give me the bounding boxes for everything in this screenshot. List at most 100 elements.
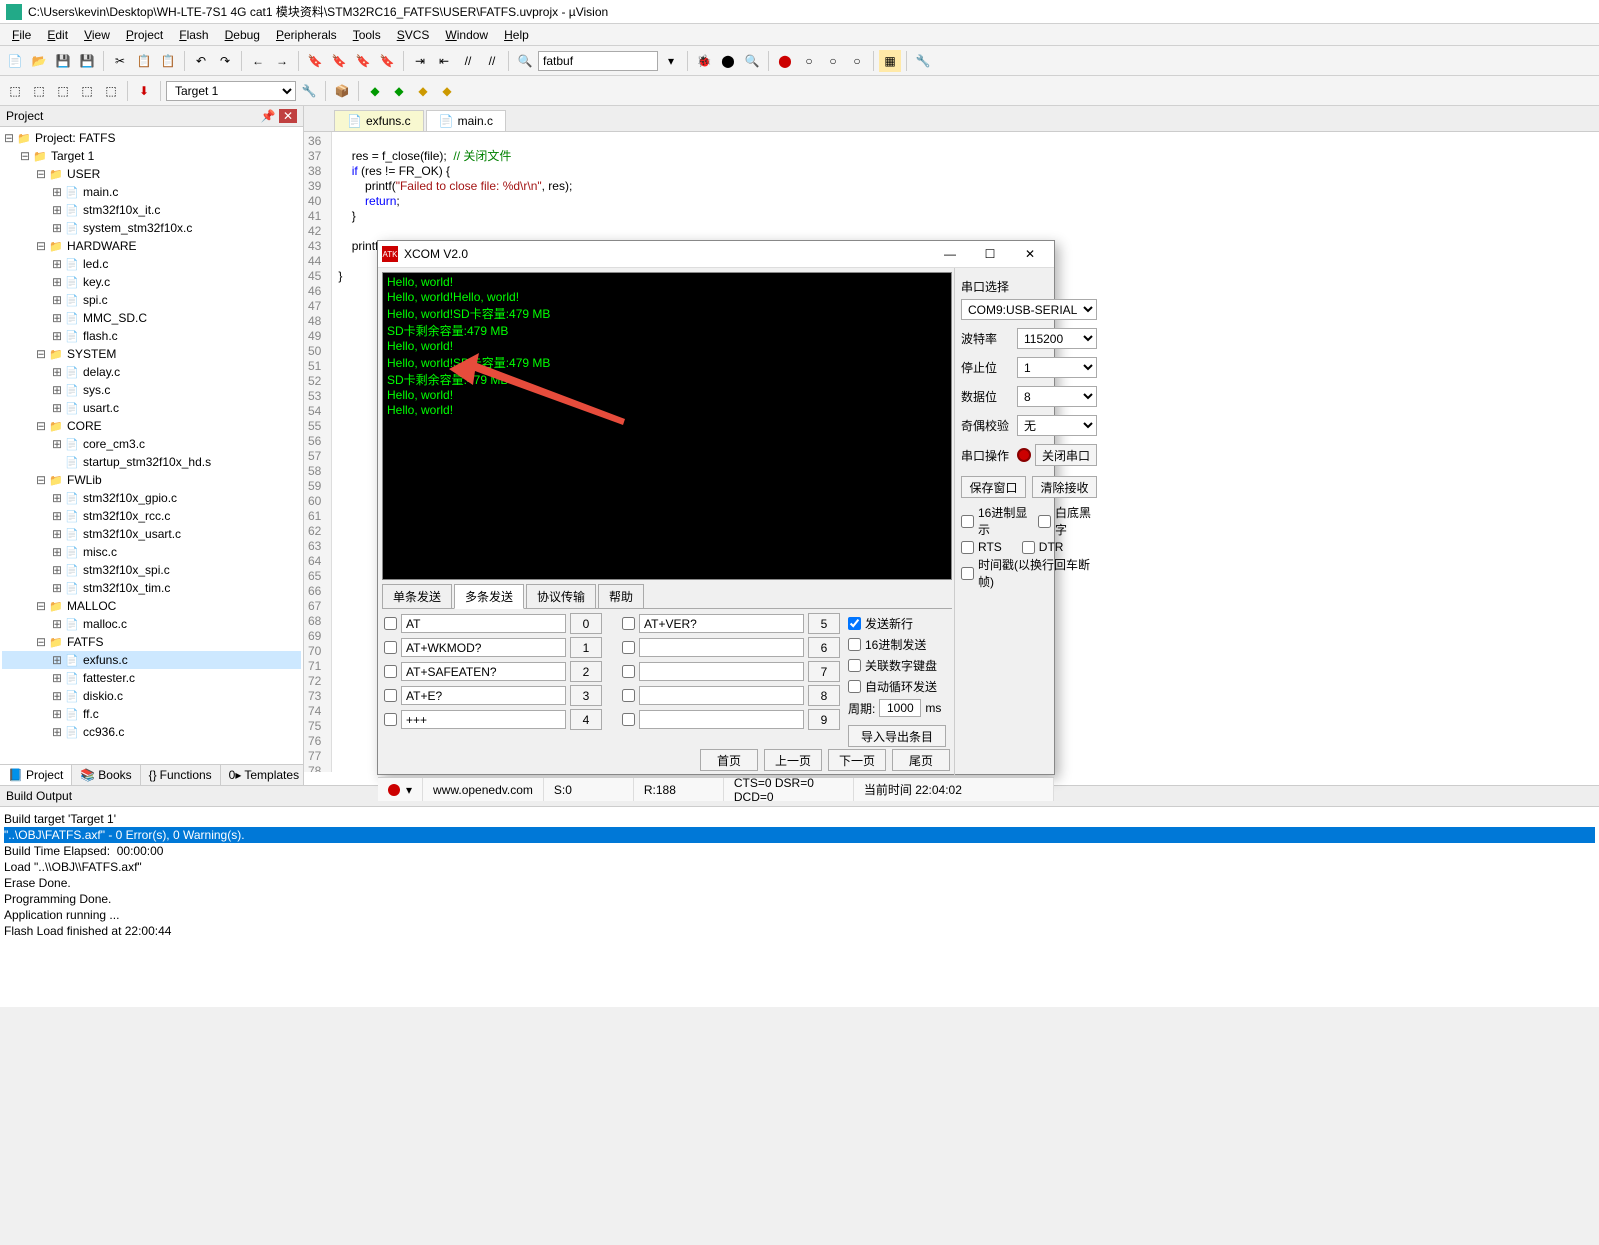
loop-send-check[interactable]: 自动循环发送	[848, 678, 946, 695]
expand-icon[interactable]: ⊟	[18, 149, 32, 163]
cmd-input[interactable]	[401, 638, 566, 657]
undo-icon[interactable]: ↶	[190, 50, 212, 72]
cmd-send-button[interactable]: 0	[570, 613, 602, 634]
expand-icon[interactable]: ⊞	[50, 689, 64, 703]
tree-item[interactable]: ⊟FATFS	[2, 633, 301, 651]
menu-edit[interactable]: Edit	[39, 26, 76, 44]
tree-item[interactable]: ⊞stm32f10x_it.c	[2, 201, 301, 219]
breakpoint-icon[interactable]: ⬤	[717, 50, 739, 72]
expand-icon[interactable]: ⊞	[50, 671, 64, 685]
nav-home-button[interactable]: 首页	[700, 749, 758, 771]
expand-icon[interactable]: ⊟	[34, 347, 48, 361]
paste-icon[interactable]: 📋	[157, 50, 179, 72]
cmd-send-button[interactable]: 4	[570, 709, 602, 730]
cmd-send-button[interactable]: 9	[808, 709, 840, 730]
tree-item[interactable]: ⊞ff.c	[2, 705, 301, 723]
tree-item[interactable]: ⊟Project: FATFS	[2, 129, 301, 147]
window-icon[interactable]: ▦	[879, 50, 901, 72]
new-icon[interactable]: 📄	[4, 50, 26, 72]
pack2-icon[interactable]: ◆	[388, 80, 410, 102]
expand-icon[interactable]: ⊟	[34, 239, 48, 253]
uncomment-icon[interactable]: //	[481, 50, 503, 72]
analyzer-icon[interactable]: 🔍	[741, 50, 763, 72]
expand-icon[interactable]: ⊟	[34, 635, 48, 649]
pack1-icon[interactable]: ◆	[364, 80, 386, 102]
expand-icon[interactable]: ⊞	[50, 365, 64, 379]
expand-icon[interactable]: ⊞	[50, 437, 64, 451]
menu-help[interactable]: Help	[496, 26, 537, 44]
bookmark-icon[interactable]: 🔖	[304, 50, 326, 72]
project-tab-functions[interactable]: {}Functions	[141, 765, 221, 785]
config-icon[interactable]: 🔧	[912, 50, 934, 72]
tree-item[interactable]: ⊟MALLOC	[2, 597, 301, 615]
step2-icon[interactable]: ○	[846, 50, 868, 72]
period-input[interactable]	[879, 699, 921, 717]
xcom-tab[interactable]: 多条发送	[454, 584, 524, 609]
bookmark-clear-icon[interactable]: 🔖	[376, 50, 398, 72]
expand-icon[interactable]: ⊞	[50, 221, 64, 235]
white-bg-check[interactable]: 白底黑字	[1038, 504, 1097, 538]
editor-tab[interactable]: 📄exfuns.c	[334, 110, 424, 131]
send-newline-check[interactable]: 发送新行	[848, 615, 946, 632]
expand-icon[interactable]: ⊟	[34, 419, 48, 433]
tree-item[interactable]: ⊞system_stm32f10x.c	[2, 219, 301, 237]
cmd-check[interactable]	[384, 713, 397, 726]
cmd-check[interactable]	[384, 665, 397, 678]
cmd-send-button[interactable]: 2	[570, 661, 602, 682]
cmd-input[interactable]	[639, 686, 804, 705]
timestamp-check[interactable]: 时间戳(以换行回车断帧)	[961, 556, 1097, 590]
cmd-input[interactable]	[639, 710, 804, 729]
expand-icon[interactable]: ⊞	[50, 401, 64, 415]
tree-item[interactable]: ⊟HARDWARE	[2, 237, 301, 255]
serial-terminal[interactable]: Hello, world! Hello, world!Hello, world!…	[382, 272, 952, 580]
saveall-icon[interactable]: 💾	[76, 50, 98, 72]
tree-item[interactable]: ⊞fattester.c	[2, 669, 301, 687]
expand-icon[interactable]: ⊟	[2, 131, 16, 145]
expand-icon[interactable]: ⊟	[34, 167, 48, 181]
menu-debug[interactable]: Debug	[217, 26, 268, 44]
tree-item[interactable]: ⊞stm32f10x_gpio.c	[2, 489, 301, 507]
expand-icon[interactable]: ⊞	[50, 617, 64, 631]
save-window-button[interactable]: 保存窗口	[961, 476, 1026, 498]
cmd-check[interactable]	[384, 641, 397, 654]
cmd-input[interactable]	[401, 614, 566, 633]
find-icon[interactable]: 🔍	[514, 50, 536, 72]
import-export-button[interactable]: 导入导出条目	[848, 725, 946, 747]
cmd-check[interactable]	[622, 713, 635, 726]
cmd-input[interactable]	[639, 638, 804, 657]
project-tree[interactable]: ⊟Project: FATFS⊟Target 1⊟USER⊞main.c⊞stm…	[0, 127, 303, 764]
cmd-check[interactable]	[384, 617, 397, 630]
expand-icon[interactable]: ⊞	[50, 509, 64, 523]
expand-icon[interactable]: ⊞	[50, 311, 64, 325]
xcom-titlebar[interactable]: ATK XCOM V2.0 — ☐ ✕	[378, 241, 1054, 268]
cmd-check[interactable]	[622, 665, 635, 678]
menu-view[interactable]: View	[76, 26, 118, 44]
copy-icon[interactable]: 📋	[133, 50, 155, 72]
nav-last-button[interactable]: 尾页	[892, 749, 950, 771]
nav-fwd-icon[interactable]: →	[271, 50, 293, 72]
cmd-check[interactable]	[384, 689, 397, 702]
menu-tools[interactable]: Tools	[345, 26, 389, 44]
close-port-button[interactable]: 关闭串口	[1035, 444, 1097, 466]
cmd-input[interactable]	[639, 662, 804, 681]
tree-item[interactable]: ⊞stm32f10x_spi.c	[2, 561, 301, 579]
batch-build-icon[interactable]: ⬚	[76, 80, 98, 102]
expand-icon[interactable]: ⊞	[50, 527, 64, 541]
debug-icon[interactable]: 🐞	[693, 50, 715, 72]
expand-icon[interactable]: ⊞	[50, 563, 64, 577]
translate-icon[interactable]: ⬚	[4, 80, 26, 102]
menu-svcs[interactable]: SVCS	[389, 26, 438, 44]
cmd-send-button[interactable]: 8	[808, 685, 840, 706]
tree-item[interactable]: ⊞spi.c	[2, 291, 301, 309]
nav-back-icon[interactable]: ←	[247, 50, 269, 72]
dtr-check[interactable]: DTR	[1022, 540, 1064, 554]
menu-file[interactable]: File	[4, 26, 39, 44]
close-icon[interactable]: ✕	[1010, 241, 1050, 267]
tree-item[interactable]: ⊞flash.c	[2, 327, 301, 345]
tree-item[interactable]: ⊟Target 1	[2, 147, 301, 165]
parity-select[interactable]: 无	[1017, 415, 1097, 436]
cmd-send-button[interactable]: 6	[808, 637, 840, 658]
tree-item[interactable]: ⊞diskio.c	[2, 687, 301, 705]
tree-item[interactable]: ⊞main.c	[2, 183, 301, 201]
cmd-input[interactable]	[401, 710, 566, 729]
